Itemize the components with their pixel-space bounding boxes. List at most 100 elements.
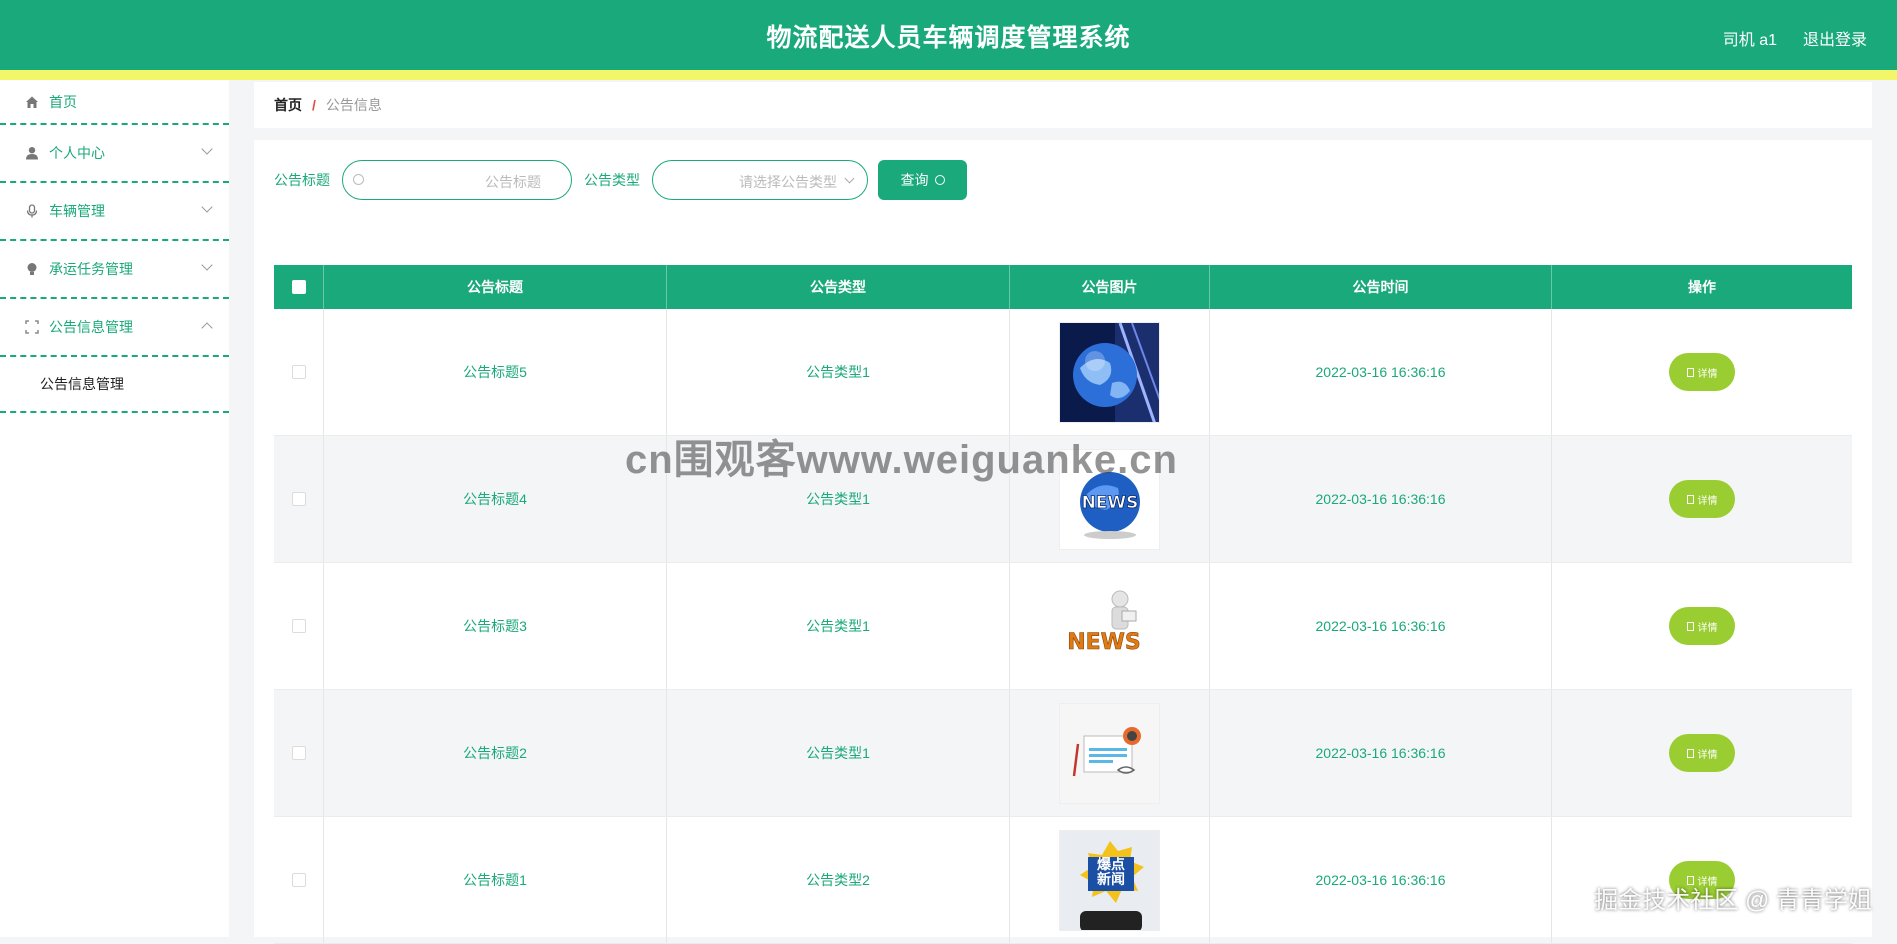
sidebar-subitem-notice-management[interactable]: 公告信息管理: [0, 357, 229, 413]
news-globe-text: NEWS: [1082, 493, 1139, 513]
cell-title: 公告标题1: [324, 817, 667, 943]
search-icon: [934, 175, 945, 185]
cell-type: 公告类型1: [667, 309, 1010, 435]
table-header: 公告标题 公告类型 公告图片 公告时间 操作: [274, 265, 1852, 309]
chevron-up-icon: [201, 322, 213, 334]
bulb-icon: [24, 261, 40, 277]
notice-image: [1059, 321, 1160, 423]
detail-button[interactable]: 详情: [1669, 734, 1735, 772]
detail-button-label: 详情: [1697, 622, 1718, 634]
type-filter-label: 公告类型: [584, 172, 640, 188]
row-checkbox[interactable]: [291, 746, 306, 760]
notice-image: NEWS: [1059, 448, 1160, 550]
row-checkbox[interactable]: [291, 619, 306, 633]
type-select[interactable]: 请选择公告类型: [652, 160, 868, 200]
detail-button[interactable]: 详情: [1669, 861, 1735, 899]
select-all-cell: [274, 265, 324, 309]
table-row: 公告标题1 公告类型2 爆点新闻 2022-03-16 16:36:16 详情: [274, 817, 1852, 944]
content-panel: 公告标题 公告标题 公告类型 请选择公告类型 查询 公告标题 公告类型 公告图片…: [254, 140, 1872, 944]
sidebar-item-home[interactable]: 首页: [0, 80, 229, 125]
column-header: 公告时间: [1210, 265, 1552, 309]
chevron-down-icon: [201, 143, 213, 155]
chevron-down-icon: [201, 259, 213, 271]
breadcrumb-current: 公告信息: [325, 97, 382, 113]
sidebar-item-label: 公告信息管理: [49, 319, 133, 335]
sidebar-item-label: 个人中心: [49, 145, 105, 161]
burst-news-text: 爆点新闻: [1097, 856, 1125, 888]
app-title: 物流配送人员车辆调度管理系统: [766, 24, 1131, 52]
sidebar: 首页 个人中心 车辆管理 承运任务管理 公告信息管理 公告信息管理: [0, 80, 229, 937]
table-row: 公告标题2 公告类型1 2022-03-16 16:36:16 详情: [274, 690, 1852, 817]
document-icon: [1686, 875, 1694, 885]
title-search-input[interactable]: 公告标题: [342, 160, 572, 200]
cell-time: 2022-03-16 16:36:16: [1210, 563, 1552, 689]
detail-button[interactable]: 详情: [1669, 353, 1735, 391]
cell-title: 公告标题3: [324, 563, 667, 689]
user-icon: [24, 145, 40, 161]
sidebar-item-label: 承运任务管理: [49, 261, 133, 277]
document-icon: [1686, 621, 1694, 631]
notice-image: NEWS: [1059, 576, 1160, 677]
notice-image: [1059, 702, 1160, 804]
detail-button-label: 详情: [1697, 495, 1718, 507]
chevron-down-icon: [201, 201, 213, 213]
row-checkbox[interactable]: [291, 873, 306, 887]
select-all-checkbox[interactable]: [291, 280, 306, 294]
home-icon: [24, 94, 40, 110]
cell-time: 2022-03-16 16:36:16: [1210, 690, 1552, 816]
title-filter-label: 公告标题: [274, 172, 330, 188]
query-button-label: 查询: [900, 172, 929, 188]
column-header: 操作: [1688, 279, 1716, 295]
search-bar: 公告标题 公告标题 公告类型 请选择公告类型 查询: [274, 160, 967, 200]
logout-link[interactable]: 退出登录: [1803, 26, 1867, 50]
column-header: 公告标题: [324, 265, 667, 309]
microphone-icon: [24, 203, 40, 219]
column-header: 公告图片: [1010, 265, 1210, 309]
detail-button-label: 详情: [1697, 749, 1718, 761]
cell-type: 公告类型1: [667, 563, 1010, 689]
notice-table: 公告标题 公告类型 公告图片 公告时间 操作 公告标题5 公告类型1 2022-…: [274, 265, 1852, 944]
fullscreen-icon: [24, 319, 40, 335]
sidebar-item-notices[interactable]: 公告信息管理: [0, 299, 229, 357]
cell-title: 公告标题5: [324, 309, 667, 435]
cell-title: 公告标题4: [324, 436, 667, 562]
search-icon: [353, 174, 364, 185]
cell-time: 2022-03-16 16:36:16: [1210, 309, 1552, 435]
cell-type: 公告类型1: [667, 436, 1010, 562]
column-header: 公告类型: [667, 265, 1010, 309]
notice-image: 爆点新闻: [1059, 829, 1160, 931]
detail-button-label: 详情: [1697, 368, 1718, 380]
query-button[interactable]: 查询: [878, 160, 967, 200]
breadcrumb: 首页 / 公告信息: [254, 82, 1872, 128]
document-icon: [1686, 367, 1694, 377]
header-stripe: [0, 70, 1897, 80]
table-row: 公告标题3 公告类型1 NEWS 2022-03-16 16:36:16 详情: [274, 563, 1852, 690]
breadcrumb-home[interactable]: 首页: [274, 95, 302, 115]
cell-time: 2022-03-16 16:36:16: [1210, 817, 1552, 943]
document-icon: [1686, 748, 1694, 758]
news-3d-text: NEWS: [1067, 630, 1141, 655]
breadcrumb-separator: /: [312, 97, 316, 113]
row-checkbox[interactable]: [291, 365, 306, 379]
user-name: 司机 a1: [1722, 32, 1777, 49]
sidebar-item-label: 首页: [49, 93, 77, 110]
cell-time: 2022-03-16 16:36:16: [1210, 436, 1552, 562]
sidebar-item-label: 车辆管理: [49, 203, 105, 219]
cell-type: 公告类型2: [667, 817, 1010, 943]
type-select-placeholder: 请选择公告类型: [739, 174, 837, 190]
cell-type: 公告类型1: [667, 690, 1010, 816]
title-search-placeholder: 公告标题: [485, 174, 541, 190]
top-bar: 物流配送人员车辆调度管理系统 司机 a1 退出登录: [0, 0, 1897, 70]
document-icon: [1686, 494, 1694, 504]
detail-button[interactable]: 详情: [1669, 607, 1735, 645]
chevron-down-icon: [844, 173, 855, 184]
detail-button-label: 详情: [1697, 876, 1718, 888]
sidebar-item-tasks[interactable]: 承运任务管理: [0, 241, 229, 299]
table-row: 公告标题5 公告类型1 2022-03-16 16:36:16 详情: [274, 309, 1852, 436]
row-checkbox[interactable]: [291, 492, 306, 506]
sidebar-item-profile[interactable]: 个人中心: [0, 125, 229, 183]
sidebar-item-vehicles[interactable]: 车辆管理: [0, 183, 229, 241]
cell-title: 公告标题2: [324, 690, 667, 816]
detail-button[interactable]: 详情: [1669, 480, 1735, 518]
table-row: 公告标题4 公告类型1 NEWS 2022-03-16 16:36:16 详情: [274, 436, 1852, 563]
